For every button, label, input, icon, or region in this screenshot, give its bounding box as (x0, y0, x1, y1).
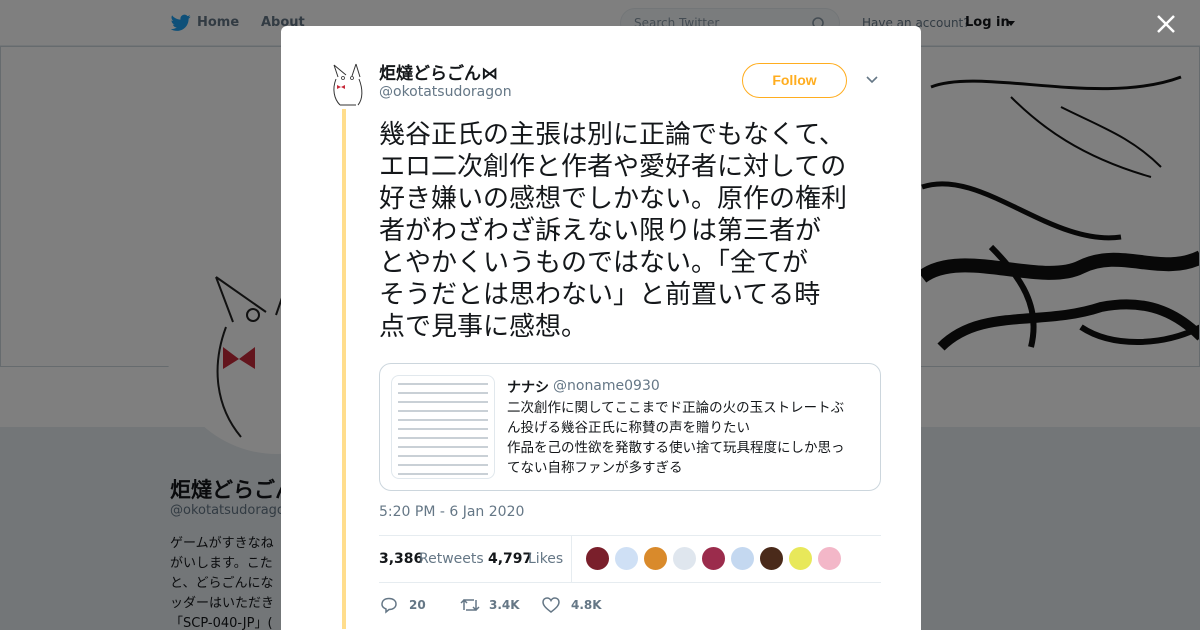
heart-icon (542, 597, 560, 613)
author-avatar[interactable] (326, 59, 366, 107)
close-icon[interactable] (1154, 12, 1178, 36)
quote-line: 作品を己の性欲を発散する使い捨て玩具程度にしか思っ (507, 440, 845, 456)
tweet-line: 者がわざわざ訴えない限りは第三者が (379, 216, 822, 246)
liker-avatar[interactable] (701, 546, 726, 571)
reply-count: 20 (409, 598, 426, 612)
liker-avatar[interactable] (643, 546, 668, 571)
tweet-line: エロ二次創作と作者や愛好者に対しての (379, 152, 847, 182)
liker-avatar[interactable] (730, 546, 755, 571)
quoted-author-name: ナナシ (507, 380, 549, 396)
tweet-line: そうだとは思わない」と前置いてる時 (379, 280, 821, 310)
retweets-label[interactable]: Retweets (419, 551, 484, 567)
tweet-line: 幾谷正氏の主張は別に正論でもなくて、 (379, 120, 845, 150)
liker-avatar[interactable] (614, 546, 639, 571)
quote-line: ん投げる幾谷正氏に称賛の声を贈りたい (507, 420, 750, 436)
author-handle[interactable]: @okotatsudoragon (379, 84, 512, 100)
retweet-icon (460, 598, 480, 612)
tweet-actions: 20 3.4K 4.8K (379, 593, 779, 617)
retweet-count: 3.4K (489, 598, 520, 612)
quote-line: 二次創作に関してここまでド正論の火の玉ストレートぶ (507, 400, 845, 416)
follow-button[interactable]: Follow (742, 63, 847, 98)
quoted-author-handle: @noname0930 (553, 378, 660, 394)
quoted-tweet-image[interactable] (391, 375, 495, 479)
quoted-tweet-text: 二次創作に関してここまでド正論の火の玉ストレートぶ ん投げる幾谷正氏に称賛の声を… (507, 398, 865, 478)
tweet-modal: 炬燵どらごん⋈ @okotatsudoragon Follow 幾谷正氏の主張は… (281, 26, 921, 630)
liker-avatar[interactable] (585, 546, 610, 571)
likes-count[interactable]: 4,797 (488, 551, 532, 567)
liker-avatar[interactable] (788, 546, 813, 571)
tweet-timestamp[interactable]: 5:20 PM - 6 Jan 2020 (379, 504, 524, 520)
like-count: 4.8K (571, 598, 602, 612)
chevron-down-icon[interactable] (865, 75, 879, 85)
tweet-text: 幾谷正氏の主張は別に正論でもなくて、 エロ二次創作と作者や愛好者に対しての 好き… (379, 119, 889, 343)
quote-line: てない自称ファンが多すぎる (507, 460, 683, 476)
liker-avatar[interactable] (817, 546, 842, 571)
tweet-line: 点で見事に感想。 (379, 312, 588, 342)
retweets-count[interactable]: 3,386 (379, 551, 423, 567)
likes-label[interactable]: Likes (528, 551, 563, 567)
tweet-line: とやかくいうものではない。「全てが (379, 248, 809, 278)
thread-line (342, 109, 346, 629)
liker-avatar[interactable] (672, 546, 697, 571)
reply-icon (381, 597, 397, 614)
tweet-line: 好き嫌いの感想でしかない。原作の権利 (379, 184, 848, 214)
quoted-tweet[interactable]: ナナシ @noname0930 二次創作に関してここまでド正論の火の玉ストレート… (379, 363, 881, 491)
liker-avatar[interactable] (759, 546, 784, 571)
author-name[interactable]: 炬燵どらごん⋈ (379, 59, 498, 84)
stats-divider (571, 536, 572, 583)
tweet-stats: 3,386 Retweets 4,797 Likes (379, 535, 881, 583)
